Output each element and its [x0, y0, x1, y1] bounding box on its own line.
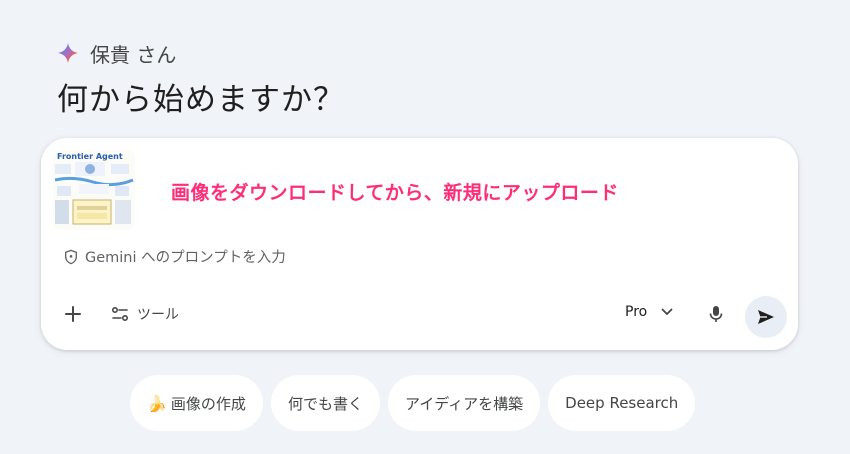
- tools-icon: [111, 306, 129, 322]
- tools-button[interactable]: ツール: [111, 304, 179, 324]
- prompt-card: Frontier Agent 画像をダウンロードしてから、新規にアップロード G…: [41, 138, 798, 350]
- chip-label: 画像の作成: [170, 394, 246, 413]
- chip-deep-research[interactable]: Deep Research: [548, 375, 696, 431]
- page-title: 何から始めますか？: [57, 82, 345, 118]
- chevron-down-icon: [661, 308, 673, 315]
- prompt-placeholder: Gemini へのプロンプトを入力: [85, 250, 286, 266]
- prompt-input[interactable]: Gemini へのプロンプトを入力: [63, 246, 286, 267]
- tools-label: ツール: [137, 307, 179, 323]
- shield-icon: [65, 249, 77, 264]
- chip-create-image[interactable]: 🍌 画像の作成: [130, 375, 263, 431]
- user-name: 保貴 さん: [90, 42, 177, 67]
- mic-icon: [709, 306, 723, 322]
- model-label: Pro: [625, 304, 648, 320]
- chip-label: Deep Research: [565, 394, 679, 412]
- banana-icon: 🍌: [147, 393, 167, 413]
- upload-instruction-annotation: 画像をダウンロードしてから、新規にアップロード: [171, 182, 619, 204]
- chip-label: アイディアを構築: [404, 394, 524, 413]
- attachment-thumbnail[interactable]: Frontier Agent: [53, 150, 135, 230]
- chip-build-ideas[interactable]: アイディアを構築: [387, 375, 541, 431]
- chip-write-anything[interactable]: 何でも書く: [270, 375, 380, 431]
- plus-icon: [65, 306, 81, 322]
- thumbnail-image: [54, 162, 134, 225]
- send-button[interactable]: [745, 296, 787, 338]
- model-selector[interactable]: Pro: [625, 304, 673, 320]
- suggestion-chips: 🍌 画像の作成 何でも書く アイディアを構築 Deep Research: [130, 375, 703, 431]
- send-icon: [758, 310, 774, 324]
- chip-label: 何でも書く: [287, 394, 363, 413]
- add-button[interactable]: [61, 302, 85, 326]
- toolbar-left: ツール: [61, 302, 179, 326]
- mic-button[interactable]: [706, 304, 726, 324]
- gemini-sparkle-icon: [57, 42, 79, 64]
- greeting-row: 保貴 さん: [57, 40, 345, 67]
- greeting: 保貴 さん 何から始めますか？: [57, 40, 345, 119]
